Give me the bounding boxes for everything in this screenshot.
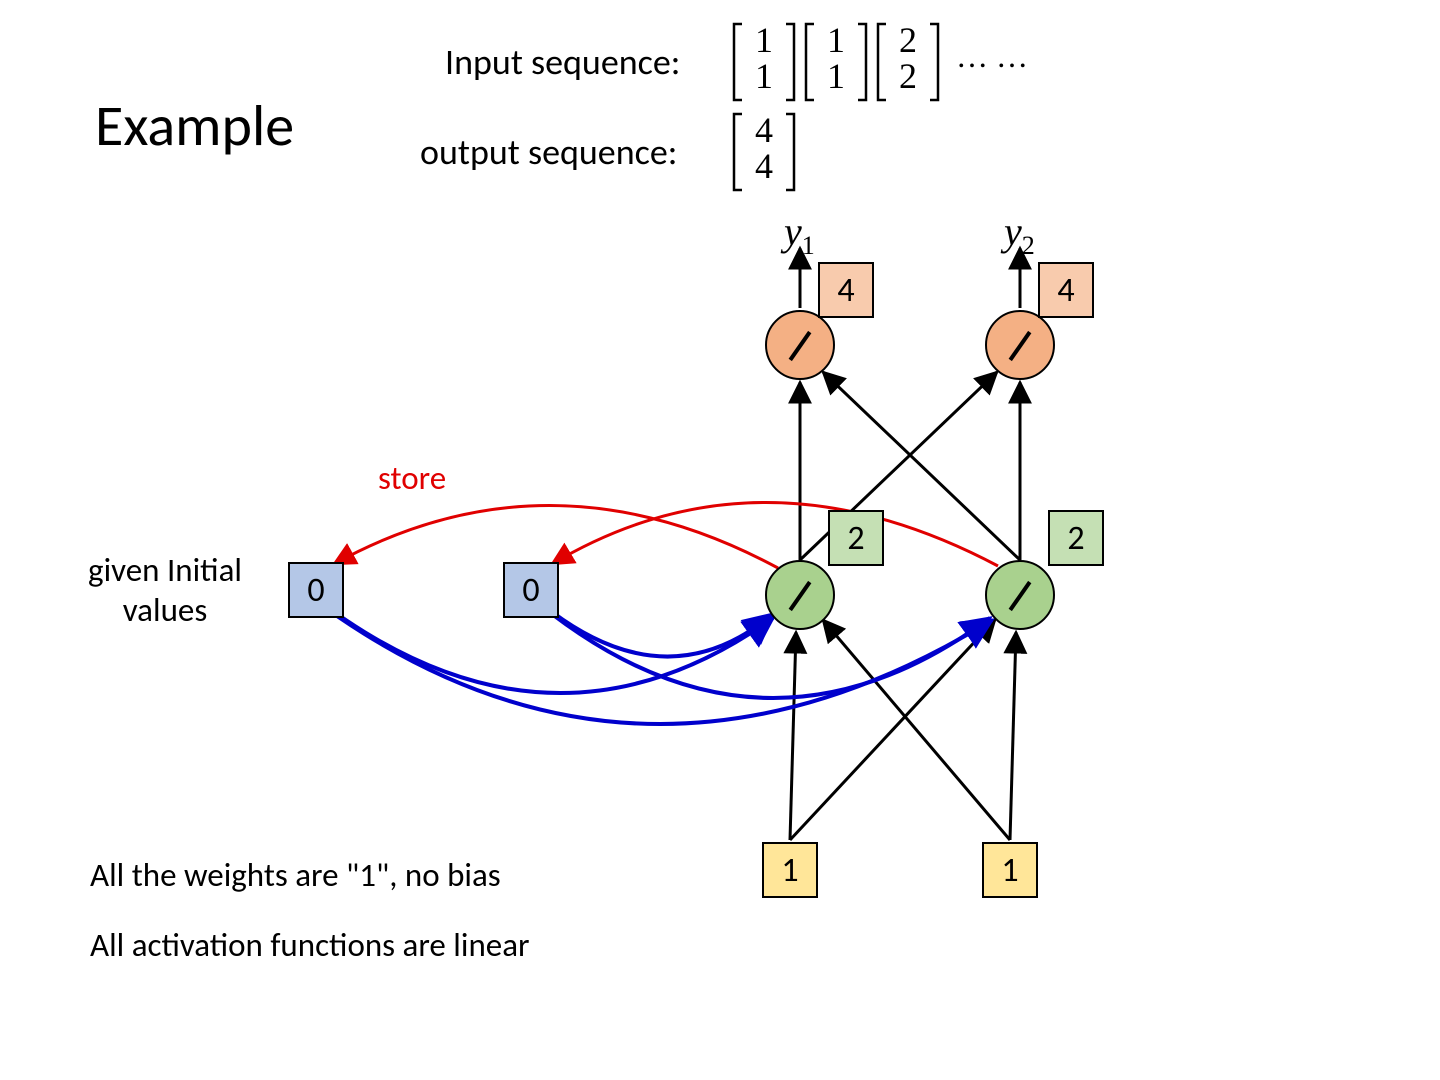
output-vector: 44: [730, 112, 798, 192]
y2-label: y2: [1004, 208, 1035, 261]
memory-box-2: 0: [503, 562, 559, 618]
input-vector-1: 11: [730, 22, 798, 102]
input-vector-2: 11: [802, 22, 870, 102]
diagram-svg: [0, 0, 1440, 1080]
hidden-value-2: 2: [1048, 510, 1104, 566]
note-weights: All the weights are "1", no bias: [90, 855, 501, 895]
output-sequence-label: output sequence:: [420, 130, 677, 174]
input-sequence-label: Input sequence:: [445, 40, 680, 84]
input-box-1: 1: [762, 842, 818, 898]
input-vector-3: 22: [874, 22, 942, 102]
memory-box-1: 0: [288, 562, 344, 618]
page-title: Example: [95, 90, 294, 161]
output-value-1: 4: [818, 262, 874, 318]
output-value-2: 4: [1038, 262, 1094, 318]
hidden-value-1: 2: [828, 510, 884, 566]
note-activation: All activation functions are linear: [90, 925, 530, 965]
initial-values-label: given Initial values: [65, 550, 265, 630]
y1-label: y1: [784, 208, 815, 261]
store-label: store: [378, 458, 446, 498]
input-box-2: 1: [982, 842, 1038, 898]
input-ellipsis: … …: [956, 38, 1028, 75]
